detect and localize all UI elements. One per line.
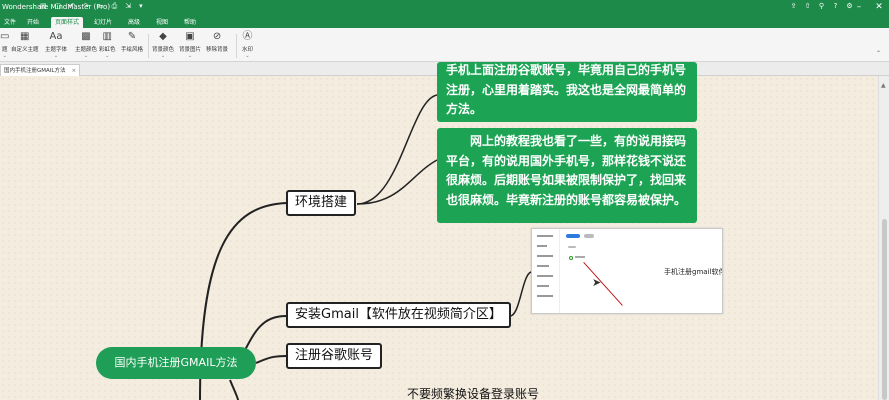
screenshot-text [568, 246, 576, 248]
embedded-screenshot[interactable]: 手机注册gmail软件 [531, 228, 723, 314]
mouse-cursor-icon: ➤ [592, 276, 602, 289]
floating-topic[interactable]: 不要频繁换设备登录账号 [407, 385, 539, 400]
scrollbar-thumb[interactable] [882, 219, 887, 400]
note-text-2: 网上的教程我也看了一些，有的说用接码平台，有的说用国外手机号，那样花钱不说还很麻… [446, 134, 687, 207]
vertical-scrollbar[interactable]: ▲ [878, 76, 889, 400]
note-card-2[interactable]: 网上的教程我也看了一些，有的说用接码平台，有的说用国外手机号，那样花钱不说还很麻… [437, 128, 697, 223]
topic-environment[interactable]: 环境搭建 [286, 190, 357, 216]
screenshot-checkbox [569, 256, 573, 260]
screenshot-sidebar [532, 229, 560, 313]
red-arrow-line [583, 262, 623, 306]
note-text-1: 手机上面注册谷歌账号，毕竟用自己的手机号注册，心里用着踏实。我这也是全网最简单的… [446, 63, 687, 116]
topic-install-gmail[interactable]: 安装Gmail【软件放在视频简介区】 [286, 302, 511, 328]
screenshot-tab [566, 234, 580, 238]
screenshot-caption: 手机注册gmail软件 [664, 268, 723, 276]
screenshot-tab [584, 234, 594, 238]
scroll-up-icon[interactable]: ▲ [881, 82, 886, 89]
screenshot-text [575, 256, 585, 258]
note-card-1[interactable]: 手机上面注册谷歌账号，毕竟用自己的手机号注册，心里用着踏实。我这也是全网最简单的… [437, 62, 697, 122]
central-topic[interactable]: 国内手机注册GMAIL方法 [96, 347, 256, 379]
topic-register-google[interactable]: 注册谷歌账号 [286, 343, 383, 369]
